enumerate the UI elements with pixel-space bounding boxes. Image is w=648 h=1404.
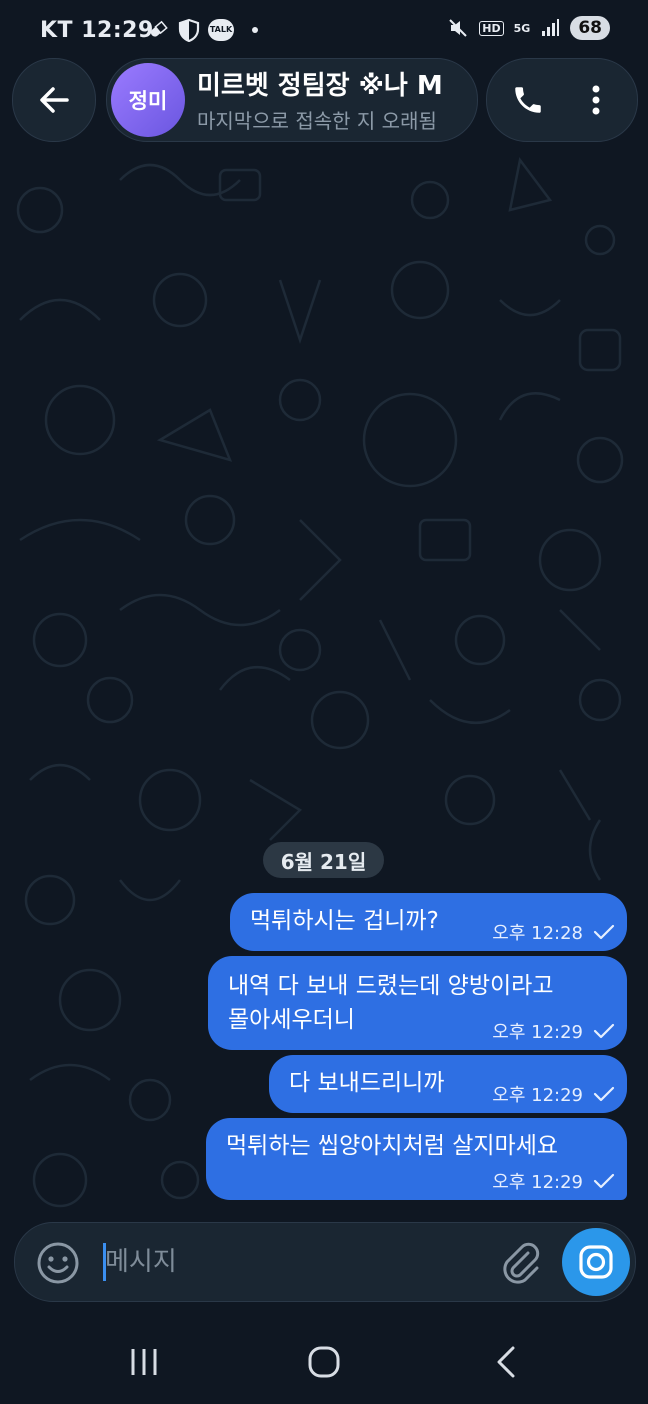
message-composer <box>14 1222 636 1302</box>
check-icon <box>593 1173 615 1189</box>
header-actions <box>486 58 638 142</box>
message-text: 먹튀하시는 겁니까? <box>250 908 439 934</box>
message-meta: 오후 12:29 <box>492 1081 615 1107</box>
message-text: 내역 다 보내 드렸는데 양방이라고 <box>228 973 554 999</box>
dot-icon <box>252 27 258 33</box>
message-text: 몰아세우더니 <box>228 1007 355 1033</box>
recent-apps-icon <box>131 1349 157 1375</box>
date-separator: 6월 21일 <box>263 842 384 878</box>
talk-icon: TALK <box>208 19 234 41</box>
pill-icon <box>150 20 168 37</box>
check-icon <box>593 924 615 940</box>
message-bubble[interactable]: 내역 다 보내 드렸는데 양방이라고 몰아세우더니 오후 12:29 <box>208 956 627 1050</box>
message-text: 다 보내드리니까 <box>289 1070 445 1096</box>
phone-icon <box>515 87 541 113</box>
system-navbar <box>0 1320 648 1404</box>
camera-button[interactable] <box>562 1228 630 1296</box>
status-right-icons: HD 5G 68 <box>447 16 610 40</box>
chat-name: 미르벳 정팀장 ※나 M <box>197 71 443 101</box>
message-meta: 오후 12:28 <box>492 919 615 945</box>
more-vertical-icon <box>592 85 600 115</box>
arrow-left-icon <box>40 87 69 113</box>
back-nav-icon <box>497 1346 515 1378</box>
camera-icon <box>579 1245 613 1279</box>
chat-last-seen: 마지막으로 접속한 지 오래됨 <box>197 109 437 133</box>
shield-icon <box>178 18 200 42</box>
status-bar: KT 12:29 TALK HD 5G 68 <box>0 0 648 60</box>
message-time: 오후 12:29 <box>492 1022 583 1043</box>
battery-icon: 68 <box>570 16 610 40</box>
message-text: 먹튀하는 씹양아치처럼 살지마세요 <box>226 1133 559 1159</box>
home-icon <box>308 1346 340 1378</box>
avatar-initials: 정미 <box>128 89 168 113</box>
text-cursor <box>103 1243 106 1281</box>
message-time: 오후 12:29 <box>492 1172 583 1193</box>
emoji-icon[interactable] <box>35 1240 81 1286</box>
call-button[interactable] <box>503 75 553 125</box>
message-meta: 오후 12:29 <box>492 1168 615 1194</box>
back-button[interactable] <box>12 58 96 142</box>
recent-apps-button[interactable] <box>114 1340 174 1384</box>
message-bubble[interactable]: 먹튀하시는 겁니까? 오후 12:28 <box>230 893 627 951</box>
chat-info[interactable]: 정미 미르벳 정팀장 ※나 M 마지막으로 접속한 지 오래됨 <box>106 58 478 142</box>
check-icon <box>593 1086 615 1102</box>
chat-header: 정미 미르벳 정팀장 ※나 M 마지막으로 접속한 지 오래됨 <box>0 58 648 142</box>
message-meta: 오후 12:29 <box>492 1018 615 1044</box>
status-left-icons: TALK <box>146 18 258 42</box>
mute-icon <box>449 19 468 37</box>
home-button[interactable] <box>294 1340 354 1384</box>
message-bubble[interactable]: 먹튀하는 씹양아치처럼 살지마세요 오후 12:29 <box>206 1118 627 1200</box>
message-time: 오후 12:28 <box>492 923 583 944</box>
signal-icon <box>542 19 560 36</box>
message-bubble[interactable]: 다 보내드리니까 오후 12:29 <box>269 1055 627 1113</box>
paperclip-icon[interactable] <box>495 1237 545 1287</box>
check-icon <box>593 1023 615 1039</box>
clock: 12:29 <box>81 18 154 43</box>
5g-icon: 5G <box>513 21 531 35</box>
more-options-button[interactable] <box>571 75 621 125</box>
message-time: 오후 12:29 <box>492 1085 583 1106</box>
status-carrier-time: KT 12:29 <box>40 18 154 43</box>
avatar[interactable]: 정미 <box>111 63 185 137</box>
back-nav-button[interactable] <box>476 1340 536 1384</box>
carrier-label: KT <box>40 18 74 43</box>
hd-icon: HD <box>479 20 504 36</box>
message-input[interactable] <box>103 1241 487 1283</box>
